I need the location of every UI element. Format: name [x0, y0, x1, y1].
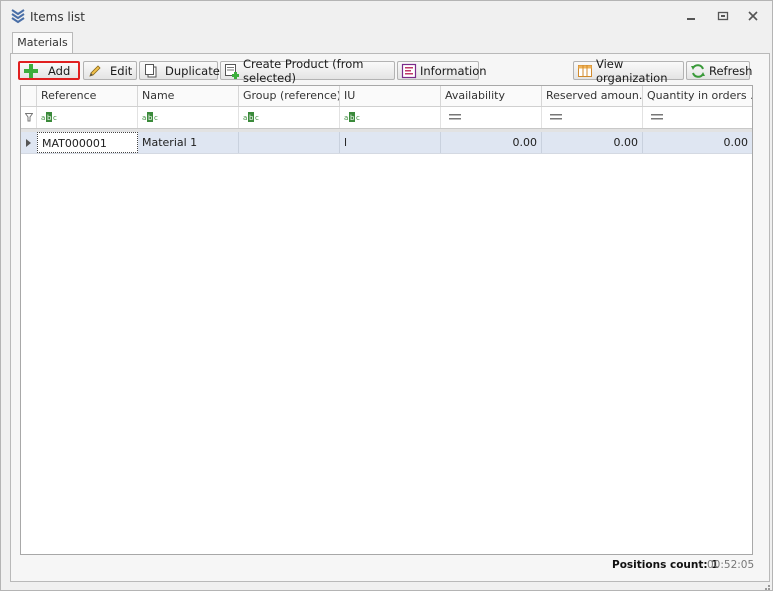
pencil-icon: [89, 64, 101, 77]
resize-grip-icon[interactable]: [762, 582, 770, 590]
layers-chevron-icon: [11, 9, 25, 24]
filter-iu[interactable]: a b c: [340, 107, 441, 128]
filter-row: a b c a b c a b c a b c: [21, 107, 752, 129]
refresh-icon: [691, 63, 705, 78]
svg-text:a: a: [41, 114, 45, 122]
duplicate-label: Duplicate: [165, 63, 220, 78]
column-header-reference[interactable]: Reference: [37, 86, 138, 106]
column-header-group[interactable]: Group (reference): [239, 86, 340, 106]
table-layout-icon: [578, 64, 592, 77]
view-organization-button[interactable]: View organization: [573, 57, 684, 85]
filter-row-indicator: [21, 107, 37, 128]
restore-icon[interactable]: [716, 9, 730, 23]
column-header-availability[interactable]: Availability: [441, 86, 542, 106]
column-header-quantity-in-orders[interactable]: Quantity in orders ...: [643, 86, 752, 106]
svg-text:a: a: [344, 114, 348, 122]
svg-text:b: b: [148, 114, 153, 122]
status-time: 00:52:05: [707, 559, 755, 571]
row-pointer-icon: [26, 139, 31, 147]
equals-filter-icon: [651, 114, 663, 120]
text-filter-icon: a b c: [344, 112, 360, 122]
cell-name[interactable]: Material 1: [138, 132, 239, 153]
filter-group[interactable]: a b c: [239, 107, 340, 128]
tab-materials[interactable]: Materials: [12, 32, 73, 54]
svg-text:b: b: [249, 114, 254, 122]
refresh-label: Refresh: [709, 63, 753, 78]
view-organization-label: View organization: [596, 56, 668, 85]
filter-icon: [25, 113, 33, 122]
create-product-label: Create Product (from selected): [243, 56, 364, 85]
column-header-reserved[interactable]: Reserved amoun...: [542, 86, 643, 106]
edit-label: Edit: [110, 63, 133, 78]
copy-icon: [145, 63, 157, 77]
edit-button[interactable]: Edit: [83, 61, 137, 80]
materials-grid: Reference Name Group (reference) IU Avai…: [20, 85, 753, 555]
equals-filter-icon: [550, 114, 562, 120]
svg-text:c: c: [154, 114, 158, 122]
text-filter-icon: a b c: [243, 112, 259, 122]
svg-text:c: c: [53, 114, 57, 122]
svg-text:b: b: [47, 114, 52, 122]
svg-text:b: b: [350, 114, 355, 122]
create-product-icon: [225, 63, 239, 79]
cell-reserved[interactable]: 0.00: [542, 132, 643, 153]
svg-text:a: a: [243, 114, 247, 122]
filter-name[interactable]: a b c: [138, 107, 239, 128]
filter-availability[interactable]: [441, 107, 542, 128]
cell-availability[interactable]: 0.00: [441, 132, 542, 153]
cell-iu[interactable]: l: [340, 132, 441, 153]
table-row[interactable]: MAT000001 Material 1 l 0.00 0.00 0.00: [21, 132, 752, 154]
information-icon: [401, 63, 417, 78]
svg-text:c: c: [356, 114, 360, 122]
close-icon[interactable]: [746, 9, 760, 23]
positions-count: Positions count: 1: [612, 559, 719, 571]
information-label: Information: [420, 63, 487, 78]
title-bar: Items list: [1, 1, 772, 31]
header-corner: [21, 86, 37, 106]
window-title: Items list: [30, 10, 86, 24]
plus-icon: [24, 63, 38, 78]
svg-text:a: a: [142, 114, 146, 122]
filter-reserved[interactable]: [542, 107, 643, 128]
filter-reference[interactable]: a b c: [37, 107, 138, 128]
column-header-iu[interactable]: IU: [340, 86, 441, 106]
row-indicator[interactable]: [21, 132, 37, 153]
cell-quantity-in-orders[interactable]: 0.00: [643, 132, 752, 153]
cell-reference[interactable]: MAT000001: [37, 132, 138, 153]
equals-filter-icon: [449, 114, 461, 120]
refresh-button[interactable]: Refresh: [686, 61, 753, 80]
information-button[interactable]: Information: [397, 61, 487, 80]
add-button[interactable]: Add: [18, 61, 80, 80]
create-product-button[interactable]: Create Product (from selected): [220, 57, 395, 85]
text-filter-icon: a b c: [41, 112, 57, 122]
cell-group[interactable]: [239, 132, 340, 153]
text-filter-icon: a b c: [142, 112, 158, 122]
minimize-icon[interactable]: [684, 9, 698, 23]
svg-text:c: c: [255, 114, 259, 122]
filter-quantity-in-orders[interactable]: [643, 107, 752, 128]
grid-header: Reference Name Group (reference) IU Avai…: [21, 86, 752, 107]
duplicate-button[interactable]: Duplicate: [139, 61, 220, 80]
add-label: Add: [48, 63, 71, 78]
column-header-name[interactable]: Name: [138, 86, 239, 106]
